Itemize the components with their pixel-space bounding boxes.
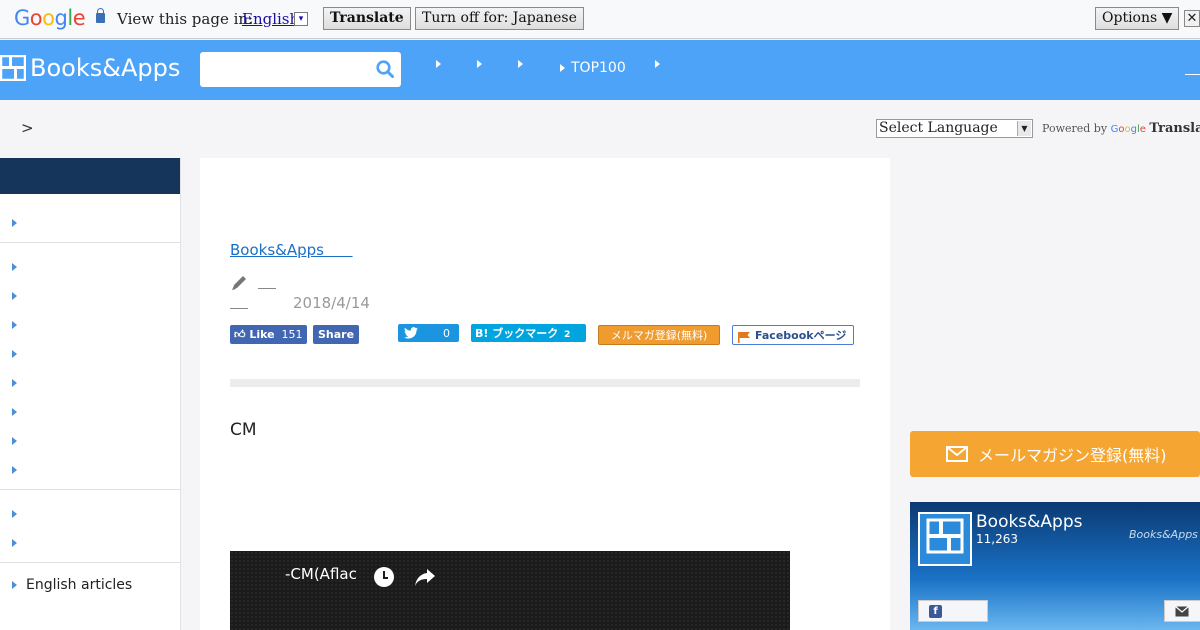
nav-item-5[interactable] [655, 60, 666, 68]
site-logo[interactable]: Books&Apps [0, 54, 180, 82]
caret-right-icon [518, 60, 523, 68]
caret-right-icon [477, 60, 482, 68]
sidebar-divider [0, 242, 180, 243]
search-input[interactable] [200, 52, 401, 87]
fb-follower-count: 11,263 [976, 532, 1018, 546]
left-sidebar: English articles [0, 158, 181, 630]
sidebar-item[interactable] [10, 434, 170, 448]
caret-right-icon [12, 581, 17, 589]
content-divider [230, 379, 860, 387]
powered-by-google: Powered by Google Translate [1042, 121, 1200, 136]
facebook-like-button[interactable]: 👍︎ Like 151 [230, 325, 307, 344]
fb-like-page-button[interactable]: f [918, 600, 988, 622]
sidebar-item[interactable] [10, 347, 170, 361]
sidebar-item[interactable] [10, 536, 170, 550]
sidebar-item[interactable] [10, 463, 170, 477]
caret-right-icon [12, 466, 17, 474]
sidebar-divider [0, 562, 180, 563]
hatena-bookmark-button[interactable]: B! ブックマーク 2 [471, 324, 586, 342]
facebook-page-button[interactable]: Facebookページ [732, 325, 854, 345]
mailmag-button[interactable]: メルマガ登録(無料) [598, 325, 720, 345]
video-embed[interactable]: -CM(Aflac [230, 551, 790, 630]
article-text: CM [230, 420, 257, 440]
caret-right-icon [12, 408, 17, 416]
pencil-icon [232, 276, 246, 290]
turn-off-button[interactable]: Turn off for: Japanese [415, 7, 584, 30]
caret-right-icon [12, 219, 17, 227]
caret-right-icon [12, 539, 17, 547]
mail-icon [1175, 606, 1189, 617]
fb-cover-watermark: Books&Apps [1129, 528, 1198, 541]
translate-prompt: View this page in: [117, 10, 254, 28]
twitter-icon [404, 327, 418, 339]
caret-right-icon [12, 510, 17, 518]
sidebar-item[interactable] [10, 318, 170, 332]
sidebar-item[interactable] [10, 507, 170, 521]
sidebar-header [0, 158, 180, 194]
nav-item-3[interactable] [518, 60, 529, 68]
facebook-page-widget[interactable]: Books&Apps 11,263 Books&Apps f [910, 502, 1200, 630]
menu-underline [1185, 74, 1200, 75]
sidebar-item[interactable] [10, 216, 170, 230]
caret-right-icon [12, 292, 17, 300]
sidebar-divider [0, 489, 180, 490]
sidebar-item[interactable] [10, 376, 170, 390]
caret-right-icon [12, 263, 17, 271]
sidebar-item[interactable] [10, 289, 170, 303]
nav-item-1[interactable] [436, 60, 447, 68]
tweet-button[interactable]: 0 [398, 324, 459, 342]
facebook-share-button[interactable]: Share [313, 325, 359, 344]
google-small-logo: Google [1110, 124, 1146, 135]
books-apps-logo-icon [0, 55, 26, 81]
envelope-icon [946, 446, 968, 462]
lock-icon [96, 8, 105, 23]
newsletter-signup-button[interactable]: メールマガジン登録(無料) [910, 431, 1200, 477]
caret-right-icon [655, 60, 660, 68]
thumbs-up-icon: 👍︎ [234, 328, 246, 341]
facebook-icon: f [929, 605, 942, 618]
caret-right-icon [12, 379, 17, 387]
target-language-link[interactable]: English [242, 10, 299, 28]
caret-right-icon [12, 437, 17, 445]
author-placeholder [258, 288, 276, 289]
sidebar-item[interactable] [10, 405, 170, 419]
sidebar-item[interactable] [10, 260, 170, 274]
dropdown-arrow-icon: ▼ [1017, 121, 1031, 136]
category-link[interactable]: Books&Apps [230, 241, 353, 259]
site-logo-text: Books&Apps [30, 54, 181, 82]
caret-right-icon [436, 60, 441, 68]
search-icon[interactable] [376, 60, 394, 78]
language-dropdown-icon[interactable]: ▾ [294, 12, 308, 26]
google-logo: Google [14, 6, 86, 30]
fb-page-name[interactable]: Books&Apps [976, 512, 1083, 532]
nav-item-top100[interactable]: TOP100 [560, 60, 626, 76]
close-icon[interactable]: ✕ [1184, 10, 1200, 27]
share-icon[interactable] [414, 567, 436, 587]
author-placeholder [230, 308, 248, 309]
caret-right-icon [560, 64, 565, 72]
post-date: 2018/4/14 [293, 294, 370, 312]
breadcrumb: > [21, 119, 34, 137]
site-header: Books&Apps TOP100 [0, 40, 1200, 100]
caret-right-icon [12, 350, 17, 358]
nav-item-2[interactable] [477, 60, 488, 68]
sidebar-item-english-articles[interactable]: English articles [10, 577, 170, 593]
options-button[interactable]: Options ▼ [1095, 7, 1180, 30]
video-title: -CM(Aflac [285, 565, 357, 583]
translate-bar: Google View this page in: English ▾ Tran… [0, 0, 1200, 39]
watch-later-icon[interactable] [374, 567, 394, 587]
translate-button[interactable]: Translate [323, 7, 411, 30]
fb-message-button[interactable] [1164, 600, 1200, 622]
page-avatar [918, 512, 972, 566]
article-card: Books&Apps 2018/4/14 👍︎ Like 151 Share 0… [200, 158, 890, 630]
select-language-dropdown[interactable]: Select Language ▼ [876, 119, 1033, 138]
caret-right-icon [12, 321, 17, 329]
flag-icon [738, 330, 750, 343]
